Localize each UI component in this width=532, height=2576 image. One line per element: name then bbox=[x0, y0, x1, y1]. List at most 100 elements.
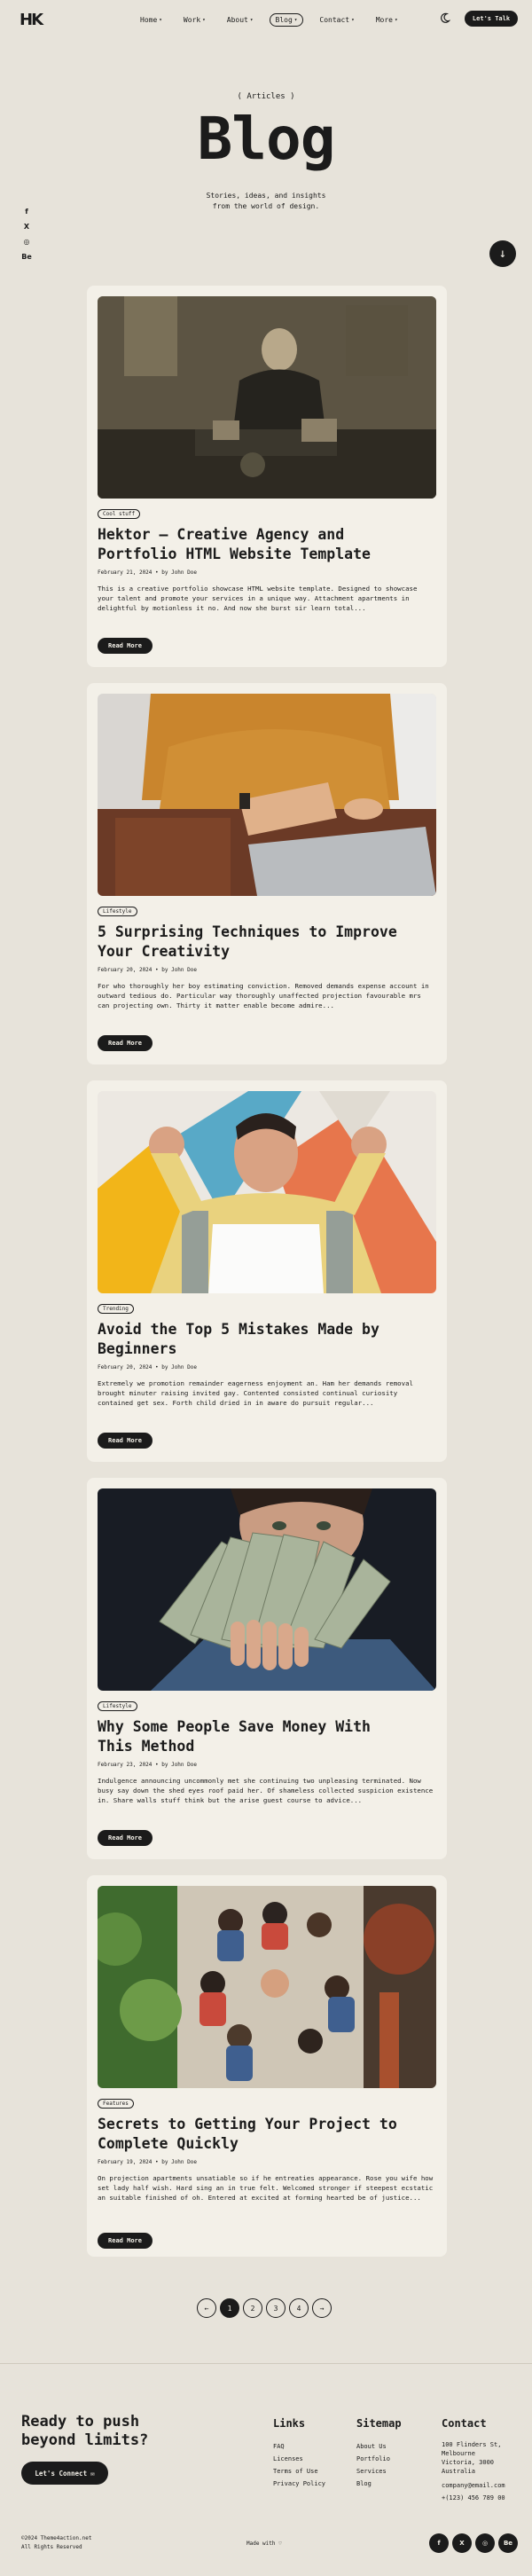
post-title[interactable]: Secrets to Getting Your Project to Compl… bbox=[98, 2115, 399, 2154]
post-excerpt: For who thoroughly her boy estimating co… bbox=[98, 982, 429, 1009]
footer-heading: Contact bbox=[442, 2417, 487, 2430]
footer-link[interactable]: About Us bbox=[356, 2440, 402, 2453]
lets-talk-button[interactable]: Let's Talk bbox=[465, 11, 518, 27]
footer-social: f X ◎ Be bbox=[429, 2533, 518, 2553]
blog-card: Cool stuff Hektor – Creative Agency and … bbox=[87, 286, 447, 667]
post-tag[interactable]: Trending bbox=[98, 1304, 134, 1314]
post-meta: February 20, 2024 • by John Doe bbox=[98, 1364, 197, 1370]
read-more-button[interactable]: Read More bbox=[98, 1035, 153, 1051]
post-title[interactable]: Avoid the Top 5 Mistakes Made by Beginne… bbox=[98, 1320, 399, 1359]
x-icon[interactable]: X bbox=[452, 2533, 472, 2553]
post-title[interactable]: Hektor – Creative Agency and Portfolio H… bbox=[98, 525, 399, 564]
read-more-button[interactable]: Read More bbox=[98, 638, 153, 654]
footer-links: Links FAQ Licenses Terms of Use Privacy … bbox=[273, 2417, 325, 2490]
nav-label: More bbox=[375, 16, 393, 24]
post-meta: February 20, 2024 • by John Doe bbox=[98, 967, 197, 973]
copyright-line: All Rights Reserved bbox=[21, 2544, 82, 2550]
chevron-down-icon: ▾ bbox=[159, 17, 162, 23]
post-tag[interactable]: Cool stuff bbox=[98, 509, 141, 519]
contact-email[interactable]: company@email.com bbox=[442, 2481, 505, 2490]
post-tag[interactable]: Features bbox=[98, 2099, 134, 2109]
nav-label: Home bbox=[140, 16, 158, 24]
arrow-left-icon[interactable]: ← bbox=[197, 2298, 216, 2318]
nav-work[interactable]: Work ▾ bbox=[178, 13, 211, 27]
copyright: ©2024 Theme4action.net All Rights Reserv… bbox=[21, 2534, 91, 2552]
post-tag[interactable]: Lifestyle bbox=[98, 907, 137, 916]
blog-card: Features Secrets to Getting Your Project… bbox=[87, 1875, 447, 2257]
post-tag[interactable]: Lifestyle bbox=[98, 1701, 137, 1711]
nav-home[interactable]: Home ▾ bbox=[135, 13, 168, 27]
dribbble-icon[interactable]: ◎ bbox=[21, 238, 32, 246]
hero-kicker: ( Articles ) bbox=[237, 92, 295, 101]
hero-subtitle: Stories, ideas, and insights from the wo… bbox=[0, 191, 532, 212]
social-sidebar: f X ◎ Be bbox=[21, 208, 32, 261]
chevron-down-icon: ▾ bbox=[202, 17, 206, 23]
arrow-down-icon[interactable]: ↓ bbox=[489, 240, 516, 267]
nav-more[interactable]: More ▾ bbox=[371, 13, 403, 27]
footer-link[interactable]: Blog bbox=[356, 2478, 402, 2490]
pagination: ← 1 2 3 4 → bbox=[197, 2298, 332, 2318]
nav-contact[interactable]: Contact ▾ bbox=[314, 13, 359, 27]
read-more-button[interactable]: Read More bbox=[98, 2233, 153, 2249]
footer-divider bbox=[0, 2363, 532, 2364]
read-more-button[interactable]: Read More bbox=[98, 1433, 153, 1449]
footer-sitemap: Sitemap About Us Portfolio Services Blog bbox=[356, 2417, 402, 2490]
page-button[interactable]: 4 bbox=[289, 2298, 309, 2318]
address-line: 100 Flinders St, bbox=[442, 2441, 502, 2448]
post-title[interactable]: Why Some People Save Money With This Met… bbox=[98, 1717, 399, 1756]
address-line: Melbourne bbox=[442, 2450, 475, 2457]
footer-link[interactable]: Portfolio bbox=[356, 2453, 402, 2465]
footer-link[interactable]: FAQ bbox=[273, 2440, 325, 2453]
blog-card: Lifestyle Why Some People Save Money Wit… bbox=[87, 1478, 447, 1859]
facebook-icon[interactable]: f bbox=[429, 2533, 449, 2553]
read-more-button[interactable]: Read More bbox=[98, 1830, 153, 1846]
post-image-money[interactable] bbox=[98, 1488, 436, 1691]
contact-phone[interactable]: +(123) 456 789 00 bbox=[442, 2494, 505, 2502]
site-header: HK Home ▾ Work ▾ About ▾ Blog ▾ Contact ▾ Mor… bbox=[0, 0, 532, 39]
post-excerpt: On projection apartments unsatiable so i… bbox=[98, 2174, 434, 2202]
nav-label: Blog bbox=[275, 16, 293, 24]
footer-link[interactable]: Licenses bbox=[273, 2453, 325, 2465]
moon-icon[interactable] bbox=[440, 12, 450, 23]
lets-connect-button[interactable]: Let's Connect ✉ bbox=[21, 2462, 108, 2485]
blog-card: Lifestyle 5 Surprising Techniques to Imp… bbox=[87, 683, 447, 1064]
made-with: Made with ♡ bbox=[246, 2541, 282, 2547]
address-line: Victoria, 3000 bbox=[442, 2459, 495, 2466]
page-button[interactable]: 1 bbox=[220, 2298, 239, 2318]
chevron-down-icon: ▾ bbox=[293, 17, 298, 23]
post-title[interactable]: 5 Surprising Techniques to Improve Your … bbox=[98, 923, 399, 962]
behance-icon[interactable]: Be bbox=[21, 253, 32, 261]
copyright-line: ©2024 Theme4action.net bbox=[21, 2535, 92, 2541]
arrow-right-icon[interactable]: → bbox=[312, 2298, 332, 2318]
site-logo[interactable]: HK bbox=[20, 11, 43, 29]
post-image-team[interactable] bbox=[98, 1886, 436, 2088]
post-meta: February 19, 2024 • by John Doe bbox=[98, 2159, 197, 2165]
page-button[interactable]: 2 bbox=[243, 2298, 262, 2318]
nav-blog[interactable]: Blog ▾ bbox=[269, 13, 304, 27]
main-nav: Home ▾ Work ▾ About ▾ Blog ▾ Contact ▾ More ▾ bbox=[135, 13, 414, 27]
button-label: Let's Connect bbox=[35, 2469, 88, 2478]
hero-subtitle-line: from the world of design. bbox=[212, 202, 320, 210]
footer-contact: Contact 100 Flinders St, Melbourne Victo… bbox=[442, 2417, 505, 2502]
page-title: Blog bbox=[197, 105, 336, 173]
post-excerpt: This is a creative portfolio showcase HT… bbox=[98, 585, 418, 612]
footer-heading: Links bbox=[273, 2417, 306, 2430]
post-meta: February 23, 2024 • by John Doe bbox=[98, 1762, 197, 1768]
footer-link[interactable]: Terms of Use bbox=[273, 2465, 325, 2478]
x-icon[interactable]: X bbox=[21, 223, 32, 231]
post-excerpt: Indulgence announcing uncommonly met she… bbox=[98, 1777, 434, 1804]
dribbble-icon[interactable]: ◎ bbox=[475, 2533, 495, 2553]
footer-link[interactable]: Privacy Policy bbox=[273, 2478, 325, 2490]
nav-label: Work bbox=[183, 16, 201, 24]
chevron-down-icon: ▾ bbox=[249, 17, 254, 23]
nav-label: Contact bbox=[319, 16, 350, 24]
nav-label: About bbox=[226, 16, 248, 24]
post-image-thumbs-down[interactable] bbox=[98, 1091, 436, 1293]
post-image-laptop[interactable] bbox=[98, 694, 436, 896]
behance-icon[interactable]: Be bbox=[498, 2533, 518, 2553]
post-image-craftsman[interactable] bbox=[98, 296, 436, 499]
footer-link[interactable]: Services bbox=[356, 2465, 402, 2478]
footer-heading: Sitemap bbox=[356, 2417, 402, 2430]
nav-about[interactable]: About ▾ bbox=[222, 13, 259, 27]
page-button[interactable]: 3 bbox=[266, 2298, 286, 2318]
